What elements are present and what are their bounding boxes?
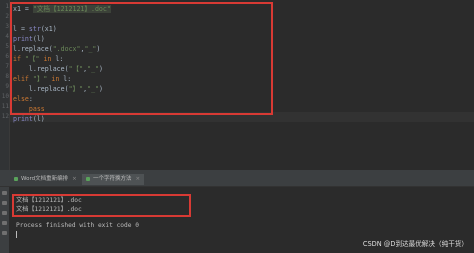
line-number: 12 xyxy=(1,113,9,120)
builtin-name: print xyxy=(13,115,33,123)
code-token: (l) xyxy=(32,115,45,123)
line-number: 1 xyxy=(5,3,9,10)
rerun-icon[interactable] xyxy=(2,191,7,195)
python-run-icon xyxy=(14,176,18,181)
run-tab-word[interactable]: Word文档重新编排 × xyxy=(10,174,81,185)
line-number: 3 xyxy=(5,23,9,30)
code-line-12[interactable]: print(l) xyxy=(13,114,45,124)
line-number: 9 xyxy=(5,83,9,90)
close-icon[interactable]: × xyxy=(72,176,77,182)
line-number: 2 xyxy=(5,13,9,20)
line-number: 7 xyxy=(5,63,9,70)
console-cursor[interactable] xyxy=(16,231,17,238)
python-run-icon xyxy=(86,176,90,181)
tab-label: 一个字符换方法 xyxy=(93,176,132,182)
output-line: Process finished with exit code 0 xyxy=(16,222,139,229)
output-highlight-box xyxy=(12,194,191,217)
run-tab-replace[interactable]: 一个字符换方法 × xyxy=(82,174,145,185)
close-icon[interactable]: × xyxy=(136,176,141,182)
line-number: 8 xyxy=(5,73,9,80)
run-tab-bar: Word文档重新编排 × 一个字符换方法 × xyxy=(0,173,474,187)
print-icon[interactable] xyxy=(2,221,7,225)
trash-icon[interactable] xyxy=(2,231,7,235)
tab-label: Word文档重新编排 xyxy=(21,176,69,182)
line-number: 11 xyxy=(1,103,9,110)
line-number: 6 xyxy=(5,53,9,60)
line-number: 5 xyxy=(5,43,9,50)
line-number: 10 xyxy=(1,93,9,100)
stop-icon[interactable] xyxy=(2,201,7,205)
code-editor[interactable]: 1 2 3 4 5 6 7 8 9 10 11 12 x1 = "文档【1212… xyxy=(0,0,474,170)
run-toolbar xyxy=(0,187,9,253)
scroll-to-end-icon[interactable] xyxy=(2,211,7,215)
watermark: CSDN @D到达最优解决（纯干货） xyxy=(362,240,468,248)
code-highlight-box xyxy=(10,2,273,115)
line-number: 4 xyxy=(5,33,9,40)
